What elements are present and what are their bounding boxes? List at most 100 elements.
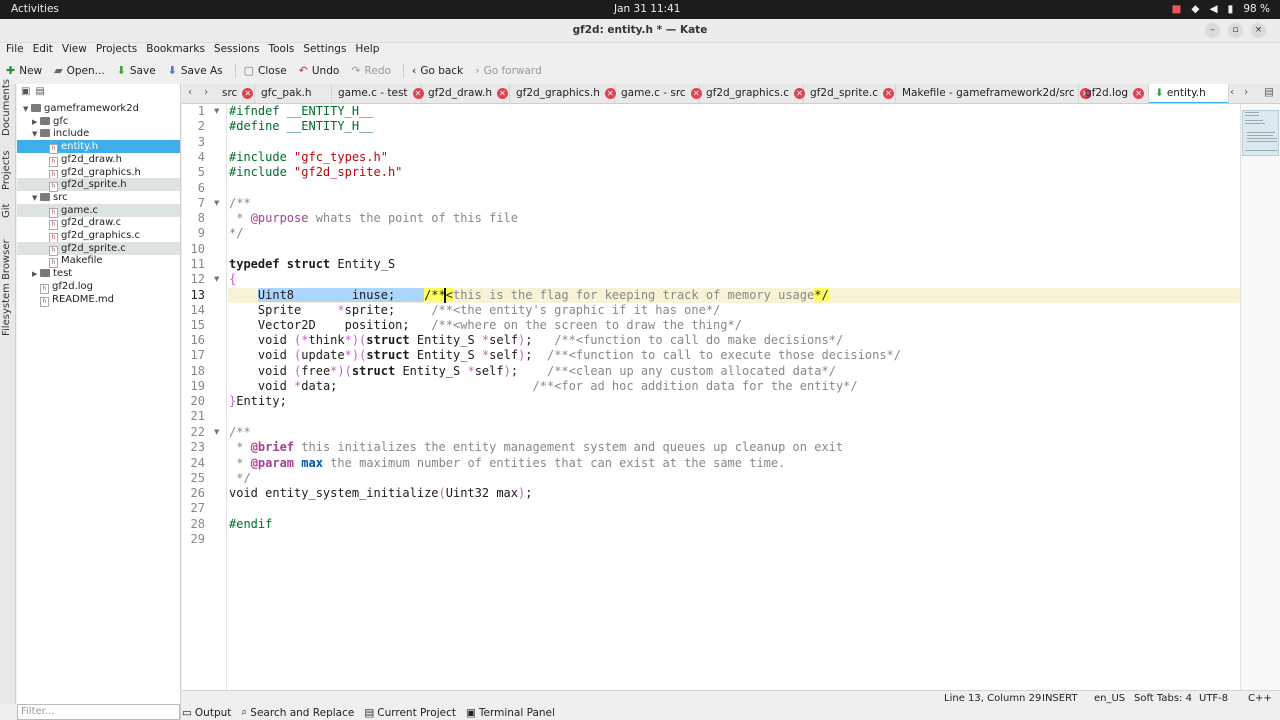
tree-folder[interactable]: ▼ gameframework2d (17, 102, 180, 115)
redo-icon: ↷ (351, 64, 361, 77)
go-forward-button[interactable]: › Go forward (475, 64, 542, 77)
redo-button[interactable]: ↷ Redo (351, 64, 391, 77)
filter-input[interactable]: Filter... (17, 704, 180, 720)
folder-icon (40, 116, 50, 125)
tree-folder[interactable]: ▶ test (17, 267, 180, 280)
tree-file[interactable]: h gf2d_draw.h (17, 153, 180, 167)
tree-file[interactable]: h gf2d_graphics.c (17, 229, 180, 243)
tree-item-label: README.md (52, 293, 115, 305)
side-tab-documents[interactable]: Documents (1, 79, 12, 136)
document-tab[interactable]: game.c - src ✕ (615, 84, 702, 103)
dictionary-language[interactable]: en_US (1094, 693, 1125, 704)
menu-view[interactable]: View (62, 43, 87, 59)
code-line-1: #ifndef __ENTITY_H__ (229, 104, 374, 118)
tree-file[interactable]: h gf2d_graphics.h (17, 166, 180, 180)
menu-tools[interactable]: Tools (268, 43, 294, 59)
toolview-terminal[interactable]: ▣ Terminal Panel (466, 706, 555, 719)
copy-icon[interactable]: ▤ (35, 86, 44, 98)
view-icon[interactable]: ▣ (21, 86, 30, 98)
system-tray[interactable]: ■ ◆ ◀ ▮ 98 % (1171, 3, 1270, 15)
menu-edit[interactable]: Edit (33, 43, 53, 59)
file-icon: h (40, 296, 49, 307)
menu-sessions[interactable]: Sessions (214, 43, 260, 59)
system-clock[interactable]: Jan 31 11:41 (614, 3, 680, 15)
tab-label: Makefile - gameframework2d/src (902, 87, 1075, 99)
project-panel-toolbar: ▣ ▤ (17, 84, 180, 100)
toolview-search-replace[interactable]: ⌕ Search and Replace (241, 706, 354, 719)
main-toolbar: ✚ New ▰ Open... ⬇ Save ⬇ Save As ▢ Close ↶ Und… (0, 60, 1280, 81)
document-tab[interactable]: gf2d_sprite.c ✕ (804, 84, 896, 103)
bottom-tool-views: ▭ Output ⌕ Search and Replace ▤ Current Pro… (182, 706, 555, 719)
side-tab-projects[interactable]: Projects (1, 151, 12, 190)
indentation-setting[interactable]: Soft Tabs: 4 (1134, 693, 1192, 704)
tree-file[interactable]: h README.md (17, 293, 180, 307)
tree-folder[interactable]: ▼ src (17, 191, 180, 204)
document-tab[interactable]: ⬇ entity.h (1149, 84, 1229, 103)
menu-bookmarks[interactable]: Bookmarks (146, 43, 205, 59)
toolview-current-project[interactable]: ▤ Current Project (364, 706, 456, 719)
document-tab[interactable]: gfc_pak.h (255, 84, 332, 103)
undo-icon: ↶ (298, 64, 308, 77)
side-tab-git[interactable]: Git (1, 204, 12, 218)
document-tab[interactable]: gf2d.log ✕ (1079, 84, 1149, 103)
tabs-scroll-left-icon[interactable]: ‹ (188, 86, 192, 98)
close-icon[interactable]: × (1251, 23, 1266, 38)
menu-settings[interactable]: Settings (303, 43, 346, 59)
document-tab[interactable]: Makefile - gameframework2d/src ✕ (896, 84, 1091, 103)
close-button[interactable]: ▢ Close (244, 64, 287, 77)
cursor-position[interactable]: Line 13, Column 29 (944, 693, 1041, 704)
fold-chevron-icon[interactable]: ▼ (214, 107, 219, 115)
menu-projects[interactable]: Projects (96, 43, 137, 59)
code-line-9: */ (229, 226, 244, 240)
new-button[interactable]: ✚ New (6, 64, 42, 77)
code-editor[interactable]: 1 ▼ 2 3 4 5 6 7 ▼ 8 9 10 11 12 ▼ 13 14 15 16 17 18 19 20 21 22 ▼ 2… (182, 104, 1240, 690)
save-as-button[interactable]: ⬇ Save As (168, 64, 223, 77)
menu-help[interactable]: Help (355, 43, 379, 59)
tree-file[interactable]: h gf2d.log (17, 280, 180, 294)
fold-chevron-icon[interactable]: ▼ (214, 275, 219, 283)
document-tab[interactable]: src ✕ (216, 84, 255, 103)
input-mode[interactable]: INSERT (1042, 693, 1077, 704)
tree-folder[interactable]: ▼ include (17, 127, 180, 140)
save-button[interactable]: ⬇ Save (117, 64, 156, 77)
tab-close-icon[interactable]: ✕ (242, 88, 254, 99)
tabs-overflow-left-icon[interactable]: ‹ (1230, 86, 1234, 98)
encoding[interactable]: UTF-8 (1199, 693, 1228, 704)
line-number: 10 (190, 242, 205, 256)
fold-chevron-icon[interactable]: ▼ (214, 428, 219, 436)
window-title: gf2d: entity.h * — Kate (572, 24, 708, 36)
document-tab[interactable]: game.c - test ✕ (332, 84, 424, 103)
menu-file[interactable]: File (6, 43, 24, 59)
undo-button[interactable]: ↶ Undo (299, 64, 340, 77)
syntax-mode[interactable]: C++ (1248, 693, 1272, 704)
toolview-output[interactable]: ▭ Output (182, 706, 231, 719)
tree-item-label: gameframework2d (44, 103, 139, 114)
tab-close-icon[interactable]: ✕ (1133, 88, 1145, 99)
tabs-overflow-right-icon[interactable]: › (1244, 86, 1248, 98)
tree-file[interactable]: h game.c (17, 203, 180, 218)
go-back-button[interactable]: ‹ Go back (412, 64, 463, 77)
tree-file[interactable]: h Makefile (17, 254, 180, 269)
line-number: 29 (190, 532, 205, 546)
tree-file[interactable]: h entity.h (17, 140, 180, 155)
tab-menu-icon[interactable]: ▤ (1264, 86, 1274, 98)
side-tab-filesystem-browser[interactable]: Filesystem Browser (1, 239, 12, 336)
tree-folder[interactable]: ▶ gfc (17, 115, 180, 128)
fold-chevron-icon[interactable]: ▼ (214, 199, 219, 207)
output-icon: ▭ (182, 706, 192, 719)
tree-file[interactable]: h gf2d_sprite.c (17, 241, 180, 256)
project-icon: ▤ (364, 706, 375, 719)
document-tab[interactable]: gf2d_graphics.c ✕ (700, 84, 805, 103)
tab-close-icon[interactable]: ✕ (497, 88, 508, 99)
minimap[interactable] (1240, 104, 1280, 690)
tree-file[interactable]: h gf2d_draw.c (17, 216, 180, 231)
tabs-scroll-right-icon[interactable]: › (204, 86, 208, 98)
document-tab[interactable]: gf2d_draw.h ✕ (422, 84, 510, 103)
activities-button[interactable]: Activities (11, 3, 59, 15)
maximize-icon[interactable]: ▫ (1228, 23, 1243, 38)
minimize-icon[interactable]: – (1205, 23, 1220, 38)
tree-file[interactable]: h gf2d_sprite.h (17, 178, 180, 193)
open-button[interactable]: ▰ Open... (54, 64, 105, 77)
tab-close-icon[interactable]: ✕ (883, 88, 895, 99)
document-tab[interactable]: gf2d_graphics.h ✕ (510, 84, 616, 103)
